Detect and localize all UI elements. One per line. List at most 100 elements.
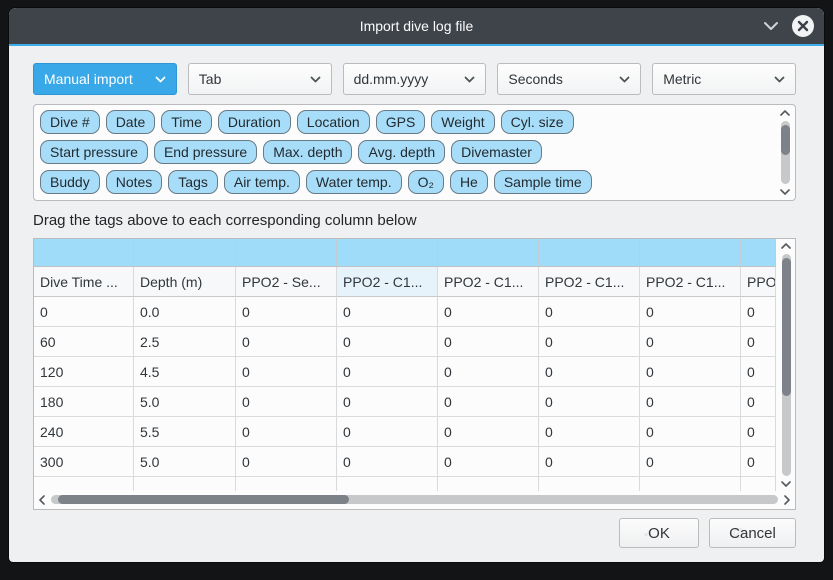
table-cell[interactable]: 0 (539, 357, 640, 387)
table-cell[interactable]: 0 (640, 297, 741, 327)
scroll-right-icon[interactable] (780, 495, 794, 505)
tag-drop-cell[interactable] (236, 239, 337, 267)
table-cell[interactable]: 0 (640, 417, 741, 447)
drag-tag-dive[interactable]: Dive # (40, 110, 100, 134)
drag-tag-buddy[interactable]: Buddy (40, 170, 100, 194)
table-cell[interactable]: 0 (640, 357, 741, 387)
drag-tag-tags[interactable]: Tags (168, 170, 218, 194)
table-cell[interactable]: 0 (337, 357, 438, 387)
table-cell[interactable]: 0 (236, 447, 337, 477)
scroll-up-icon[interactable] (780, 107, 790, 119)
drag-tag-location[interactable]: Location (297, 110, 370, 134)
close-button[interactable] (792, 15, 814, 37)
drag-tag-he[interactable]: He (450, 170, 488, 194)
drag-tag-start-pressure[interactable]: Start pressure (40, 140, 148, 164)
table-cell[interactable]: 0 (438, 447, 539, 477)
scroll-down-icon[interactable] (781, 478, 791, 490)
table-cell[interactable] (539, 477, 640, 491)
scroll-down-icon[interactable] (780, 186, 790, 198)
table-horizontal-scrollbar[interactable] (35, 491, 794, 508)
column-header[interactable]: PPO2 - C1... (337, 267, 438, 297)
table-cell[interactable]: 0 (741, 447, 776, 477)
scroll-left-icon[interactable] (35, 495, 49, 505)
table-cell[interactable]: 0 (337, 447, 438, 477)
table-cell[interactable]: 5.0 (134, 447, 236, 477)
tag-palette-vertical-scrollbar[interactable] (777, 107, 793, 198)
titlebar[interactable]: Import dive log file (9, 8, 824, 44)
duration-format-combobox[interactable]: Seconds (497, 63, 641, 95)
table-cell[interactable]: 0 (741, 297, 776, 327)
drag-tag-air-temp[interactable]: Air temp. (224, 170, 300, 194)
tag-drop-cell[interactable] (337, 239, 438, 267)
table-cell[interactable]: 0 (337, 327, 438, 357)
table-cell[interactable]: 0 (236, 387, 337, 417)
table-cell[interactable] (134, 477, 236, 491)
table-cell[interactable]: 5.5 (134, 417, 236, 447)
table-cell[interactable]: 0 (741, 387, 776, 417)
drag-tag-sample-time[interactable]: Sample time (494, 170, 592, 194)
column-header[interactable]: PPO2 - C1... (741, 267, 776, 297)
scrollbar-track[interactable] (782, 254, 791, 476)
table-cell[interactable]: 0 (741, 417, 776, 447)
column-header[interactable]: PPO2 - C1... (640, 267, 741, 297)
drag-tag-cyl-size[interactable]: Cyl. size (501, 110, 574, 134)
tag-drop-cell[interactable] (134, 239, 236, 267)
table-cell[interactable]: 0 (236, 327, 337, 357)
field-separator-combobox[interactable]: Tab (188, 63, 332, 95)
table-cell[interactable]: 0 (438, 327, 539, 357)
table-cell[interactable]: 0 (337, 387, 438, 417)
drag-tag-time[interactable]: Time (161, 110, 212, 134)
table-cell[interactable] (337, 477, 438, 491)
table-cell[interactable]: 0 (34, 297, 134, 327)
table-cell[interactable]: 180 (34, 387, 134, 417)
table-cell[interactable]: 0.0 (134, 297, 236, 327)
drag-tag-o[interactable]: O₂ (408, 170, 444, 194)
table-cell[interactable]: 4.5 (134, 357, 236, 387)
column-header[interactable]: PPO2 - C1... (438, 267, 539, 297)
column-header[interactable]: Dive Time ... (34, 267, 134, 297)
table-cell[interactable]: 120 (34, 357, 134, 387)
table-cell[interactable]: 0 (236, 417, 337, 447)
table-cell[interactable]: 240 (34, 417, 134, 447)
drag-tag-divemaster[interactable]: Divemaster (451, 140, 542, 164)
scrollbar-thumb[interactable] (782, 258, 791, 396)
table-cell[interactable] (438, 477, 539, 491)
table-cell[interactable] (741, 477, 776, 491)
table-cell[interactable]: 0 (438, 417, 539, 447)
shade-button[interactable] (762, 17, 780, 35)
table-cell[interactable]: 0 (539, 327, 640, 357)
table-cell[interactable]: 0 (539, 297, 640, 327)
tag-drop-cell[interactable] (741, 239, 776, 267)
table-cell[interactable]: 0 (640, 447, 741, 477)
drag-tag-water-temp[interactable]: Water temp. (306, 170, 402, 194)
ok-button[interactable]: ✓ OK (619, 518, 699, 548)
column-header[interactable]: Depth (m) (134, 267, 236, 297)
drag-tag-avg-depth[interactable]: Avg. depth (358, 140, 445, 164)
column-header[interactable]: PPO2 - C1... (539, 267, 640, 297)
cancel-button[interactable]: ⊘ Cancel (709, 518, 796, 548)
table-cell[interactable]: 0 (741, 327, 776, 357)
units-combobox[interactable]: Metric (652, 63, 796, 95)
table-cell[interactable]: 0 (640, 327, 741, 357)
table-cell[interactable]: 2.5 (134, 327, 236, 357)
scrollbar-track[interactable] (51, 495, 778, 504)
table-cell[interactable]: 0 (236, 357, 337, 387)
column-header[interactable]: PPO2 - Se... (236, 267, 337, 297)
table-cell[interactable]: 0 (438, 387, 539, 417)
drag-tag-end-pressure[interactable]: End pressure (154, 140, 257, 164)
drag-tag-gps[interactable]: GPS (376, 110, 426, 134)
scrollbar-thumb[interactable] (781, 125, 790, 155)
drag-tag-max-depth[interactable]: Max. depth (263, 140, 352, 164)
table-cell[interactable]: 0 (640, 387, 741, 417)
table-cell[interactable]: 0 (539, 417, 640, 447)
tag-drop-cell[interactable] (640, 239, 741, 267)
table-cell[interactable] (640, 477, 741, 491)
drag-tag-date[interactable]: Date (106, 110, 156, 134)
table-cell[interactable]: 5.0 (134, 387, 236, 417)
table-cell[interactable]: 0 (438, 357, 539, 387)
tag-drop-cell[interactable] (34, 239, 134, 267)
scroll-up-icon[interactable] (781, 240, 791, 252)
table-cell[interactable]: 0 (236, 297, 337, 327)
tag-drop-cell[interactable] (438, 239, 539, 267)
drag-tag-duration[interactable]: Duration (218, 110, 291, 134)
